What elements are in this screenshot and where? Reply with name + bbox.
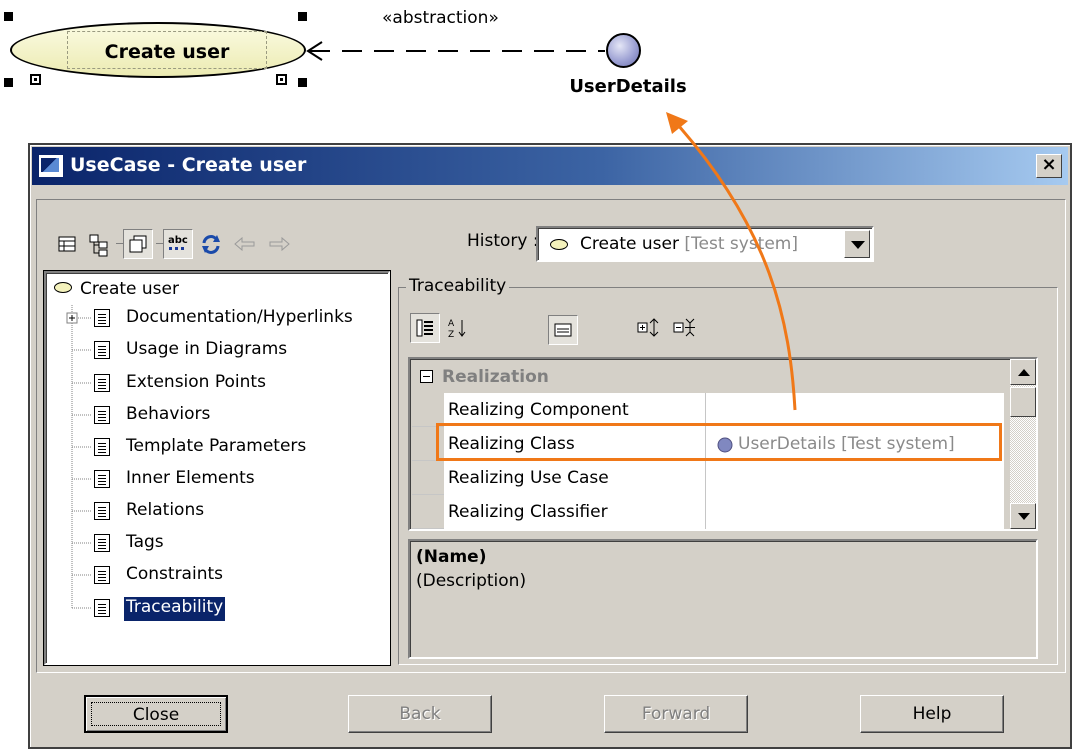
spelling-abc-icon[interactable]: abc (163, 229, 193, 259)
copy-view-icon[interactable] (123, 229, 153, 259)
svg-text:A: A (448, 319, 455, 329)
property-name: Realizing Use Case (444, 461, 706, 495)
traceability-group-title: Traceability (406, 276, 510, 296)
history-dropdown-arrow-icon[interactable] (844, 230, 870, 258)
tree-connector-lines (66, 305, 92, 609)
tree-item-template-parameters[interactable]: Template Parameters (124, 436, 308, 460)
toolbar-separator (156, 243, 163, 244)
scroll-thumb[interactable] (1010, 387, 1036, 417)
expand-all-icon[interactable] (634, 313, 664, 343)
vertical-scrollbar[interactable] (1010, 359, 1036, 529)
description-name: (Name) (416, 547, 487, 567)
document-icon (94, 534, 110, 552)
interface-name: UserDetails (569, 76, 687, 97)
document-icon (94, 374, 110, 392)
property-value[interactable] (706, 495, 1004, 529)
tree-item-behaviors[interactable]: Behaviors (124, 404, 212, 428)
diagram-area: Create user «abstraction» UserDetails (0, 0, 1078, 130)
realizing-class-highlight (436, 423, 1002, 461)
document-icon (94, 341, 110, 359)
description-panel-icon[interactable] (548, 315, 578, 345)
tree-item-inner-elements[interactable]: Inner Elements (124, 468, 257, 492)
description-text: (Description) (416, 571, 527, 591)
tree-item-documentation-hyperlinks[interactable]: Documentation/Hyperlinks (124, 307, 355, 331)
document-icon (94, 406, 110, 424)
back-arrow-icon[interactable] (230, 229, 260, 259)
title-bar[interactable]: UseCase - Create user × (32, 147, 1068, 185)
back-button[interactable]: Back (348, 695, 492, 733)
property-name: Realizing Component (444, 393, 706, 427)
property-row[interactable]: Realizing Component (412, 393, 1004, 427)
document-icon (94, 438, 110, 456)
abstraction-connector[interactable] (0, 0, 700, 130)
tree-view-icon[interactable] (84, 229, 114, 259)
property-row[interactable]: Realizing Use Case (412, 461, 1004, 495)
dialog-title: UseCase - Create user (70, 154, 307, 176)
svg-text:Z: Z (448, 330, 454, 340)
tree-item-relations[interactable]: Relations (124, 500, 206, 524)
property-value[interactable] (706, 393, 1004, 427)
close-button[interactable]: Close (84, 695, 228, 733)
svg-text:abc: abc (168, 235, 188, 246)
list-view-icon[interactable] (52, 229, 82, 259)
property-value[interactable] (706, 461, 1004, 495)
toolbar-separator (116, 243, 123, 244)
tree-item-traceability[interactable]: Traceability (124, 597, 226, 621)
collapse-all-icon[interactable] (670, 313, 700, 343)
help-button[interactable]: Help (860, 695, 1004, 733)
document-icon (94, 599, 110, 617)
forward-button[interactable]: Forward (604, 695, 748, 733)
scroll-down-arrow-icon[interactable] (1010, 503, 1036, 529)
forward-arrow-icon[interactable] (264, 229, 294, 259)
tree-item-constraints[interactable]: Constraints (124, 564, 225, 588)
category-row-realization[interactable]: Realization (412, 361, 1004, 393)
document-icon (94, 470, 110, 488)
categorized-view-icon[interactable] (410, 313, 440, 343)
history-value-name: Create user (580, 234, 679, 254)
specification-tree[interactable]: Create user Documentation/Hyperlinks Usa… (44, 271, 390, 665)
dialog-app-icon (38, 154, 64, 178)
refresh-icon[interactable] (196, 229, 226, 259)
history-value: Create user [Test system] (580, 234, 798, 254)
history-value-owner: [Test system] (684, 234, 798, 254)
history-label: History : (467, 231, 539, 251)
property-row[interactable]: Realizing Classifier (412, 495, 1004, 529)
category-label: Realization (442, 367, 549, 387)
collapse-toggle-icon[interactable] (420, 370, 433, 383)
document-icon (94, 309, 110, 327)
property-name: Realizing Classifier (444, 495, 706, 529)
document-icon (94, 566, 110, 584)
use-case-small-icon (550, 239, 568, 250)
sort-alphabetic-icon[interactable]: AZ (444, 313, 474, 343)
interface-circle-icon[interactable] (606, 33, 641, 68)
document-icon (94, 502, 110, 520)
scroll-up-arrow-icon[interactable] (1010, 359, 1036, 385)
tree-item-extension-points[interactable]: Extension Points (124, 372, 268, 396)
focus-rectangle (91, 702, 221, 726)
history-combo[interactable]: Create user [Test system] (536, 226, 874, 262)
close-window-button[interactable]: × (1036, 154, 1062, 178)
tree-item-tags[interactable]: Tags (124, 532, 166, 556)
description-panel: (Name) (Description) (408, 539, 1038, 659)
tree-item-usage-in-diagrams[interactable]: Usage in Diagrams (124, 339, 289, 363)
